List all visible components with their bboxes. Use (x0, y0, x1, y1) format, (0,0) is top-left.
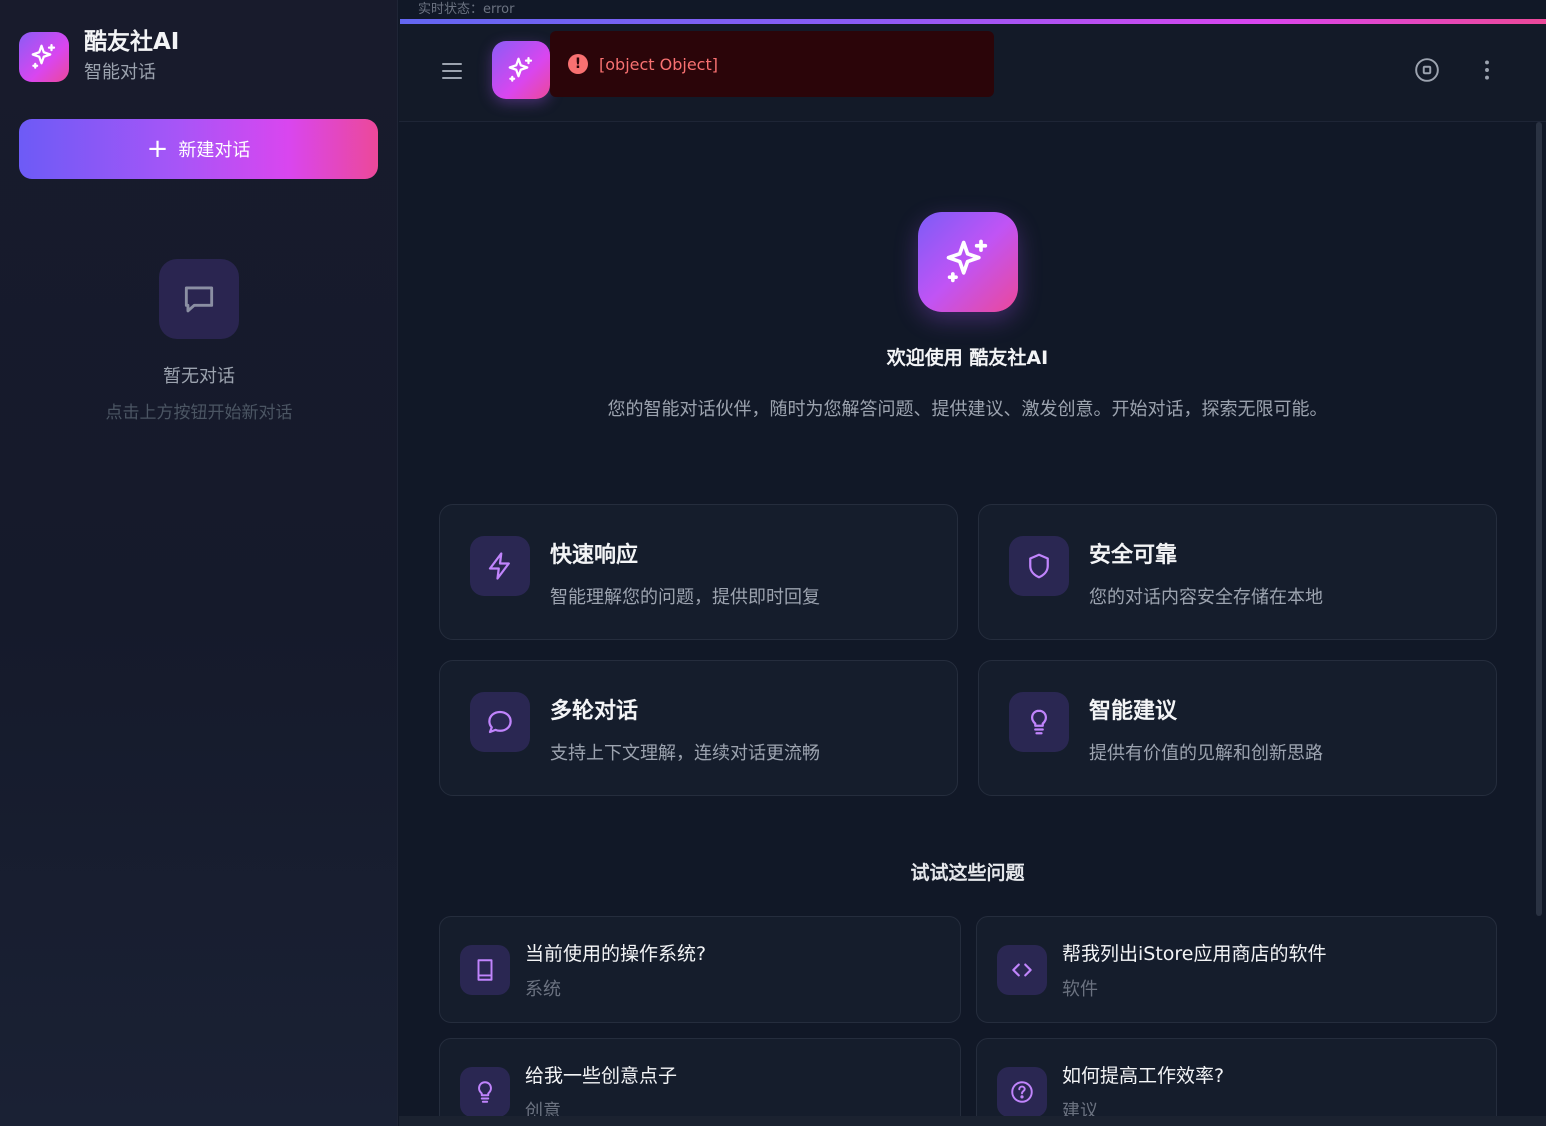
feature-card-smart-suggestions: 智能建议 提供有价值的见解和创新思路 (978, 660, 1497, 796)
empty-subtitle: 点击上方按钮开始新对话 (105, 403, 293, 423)
lightbulb-icon (460, 1067, 510, 1117)
lightning-icon (470, 536, 530, 596)
feature-title: 安全可靠 (1089, 543, 1178, 568)
welcome-subtitle: 您的智能对话伙伴，随时为您解答问题、提供建议、激发创意。开始对话，探索无限可能。 (607, 399, 1328, 420)
feature-card-fast-response: 快速响应 智能理解您的问题，提供即时回复 (439, 504, 958, 640)
question-category: 系统 (525, 979, 561, 1000)
welcome-title: 欢迎使用 酷友社AI (886, 347, 1049, 369)
empty-title: 暂无对话 (163, 366, 235, 387)
brand: 酷友社AI 智能对话 (19, 28, 179, 86)
feature-desc: 智能理解您的问题，提供即时回复 (550, 587, 820, 608)
sparkles-icon (492, 41, 550, 99)
feature-desc: 您的对话内容安全存储在本地 (1089, 587, 1323, 608)
shield-icon (1009, 536, 1069, 596)
feature-desc: 提供有价值的见解和创新思路 (1089, 743, 1323, 764)
feature-title: 智能建议 (1089, 699, 1178, 724)
more-vertical-icon[interactable] (1474, 57, 1500, 83)
suggested-question[interactable]: 当前使用的操作系统? 系统 (439, 916, 961, 1023)
bottom-edge (399, 1116, 1546, 1126)
feature-title: 多轮对话 (550, 699, 639, 724)
menu-button[interactable] (442, 56, 468, 86)
toast-message: [object Object] (599, 54, 718, 74)
help-circle-icon (997, 1067, 1047, 1117)
suggested-question[interactable]: 帮我列出iStore应用商店的软件 软件 (976, 916, 1497, 1023)
try-questions-title: 试试这些问题 (910, 862, 1025, 884)
plus-icon: + (146, 134, 169, 164)
error-toast: ! [object Object] (550, 31, 994, 97)
scrollbar[interactable] (1536, 122, 1542, 916)
feature-card-multi-turn: 多轮对话 支持上下文理解，连续对话更流畅 (439, 660, 958, 796)
stop-circle-icon[interactable] (1414, 57, 1440, 83)
lightbulb-icon (1009, 692, 1069, 752)
suggested-question[interactable]: 如何提高工作效率? 建议 (976, 1038, 1497, 1126)
book-icon (460, 945, 510, 995)
sparkles-icon (918, 212, 1018, 312)
menu-icon (442, 63, 462, 65)
feature-title: 快速响应 (550, 543, 639, 568)
question-title: 给我一些创意点子 (525, 1065, 678, 1087)
question-title: 当前使用的操作系统? (525, 943, 707, 965)
question-category: 软件 (1062, 979, 1098, 1000)
question-title: 如何提高工作效率? (1062, 1065, 1225, 1087)
message-square-icon (159, 259, 239, 339)
sidebar: 酷友社AI 智能对话 + 新建对话 暂无对话 点击上方按钮开始新对话 (0, 0, 398, 1126)
brand-subtitle: 智能对话 (84, 62, 156, 83)
realtime-status: 实时状态：error (418, 2, 515, 17)
feature-desc: 支持上下文理解，连续对话更流畅 (550, 743, 820, 764)
new-chat-label: 新建对话 (178, 140, 251, 161)
code-icon (997, 945, 1047, 995)
feature-card-secure: 安全可靠 您的对话内容安全存储在本地 (978, 504, 1497, 640)
sparkles-icon (19, 32, 69, 82)
brand-title: 酷友社AI (84, 29, 180, 55)
chat-bubble-icon (470, 692, 530, 752)
suggested-question[interactable]: 给我一些创意点子 创意 (439, 1038, 961, 1126)
new-chat-button[interactable]: + 新建对话 (19, 119, 378, 179)
question-title: 帮我列出iStore应用商店的软件 (1062, 943, 1327, 965)
alert-icon: ! (568, 54, 588, 74)
